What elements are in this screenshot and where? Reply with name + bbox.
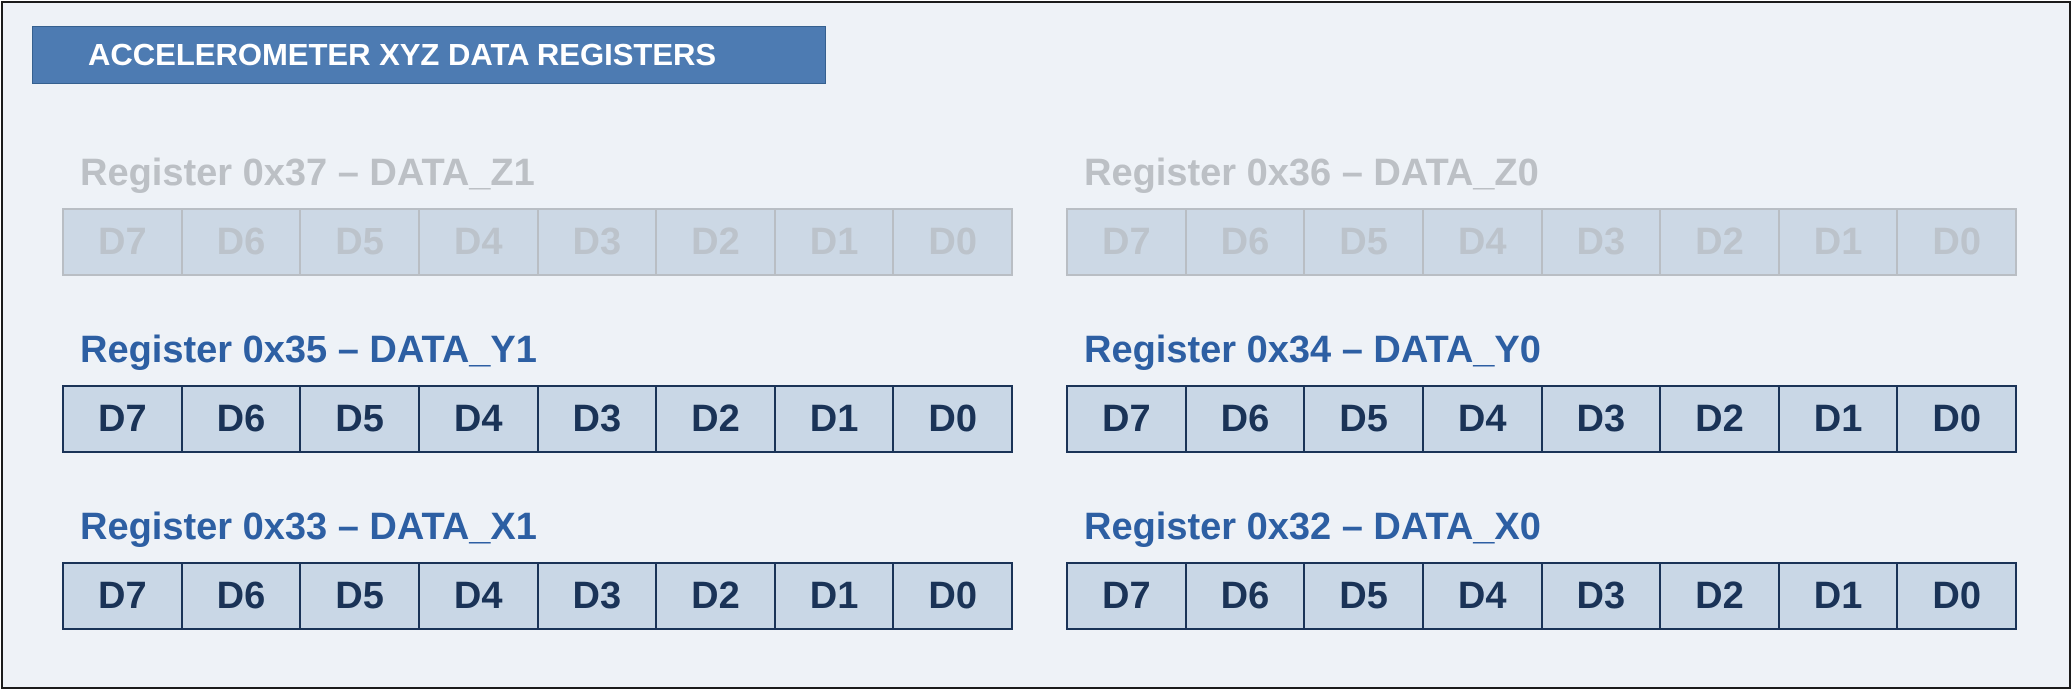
bit-cell-d4: D4 — [1421, 210, 1541, 274]
bit-cell-d2: D2 — [1659, 210, 1778, 274]
bit-cell-d5: D5 — [1303, 564, 1422, 628]
bit-cell-d7: D7 — [1102, 574, 1151, 617]
bit-cell-d3: D3 — [1540, 564, 1660, 628]
bit-cell-d1: D1 — [773, 387, 893, 451]
bit-cell-d1: D1 — [773, 564, 893, 628]
bit-cell-d7: D7 — [98, 220, 147, 263]
bit-cell-d3: D3 — [1540, 210, 1660, 274]
bit-cell-d5: D5 — [299, 564, 418, 628]
bit-cell-d0: D0 — [892, 387, 1011, 451]
bit-cell-d0: D0 — [892, 210, 1011, 274]
bit-cell-d7: D7 — [1102, 220, 1151, 263]
bit-cell-d2: D2 — [1659, 387, 1778, 451]
register-data-y0: Register 0x34 – DATA_Y0 D7 D6 D5 D4 D3 D… — [1066, 328, 2017, 453]
register-bit-row: D7 D6 D5 D4 D3 D2 D1 D0 — [62, 208, 1013, 276]
bit-cell-d0: D0 — [1896, 564, 2015, 628]
bit-cell-d6: D6 — [1184, 387, 1304, 451]
bit-cell-d3: D3 — [536, 564, 656, 628]
bit-cell-d3: D3 — [536, 387, 656, 451]
bit-cell-d6: D6 — [1184, 564, 1304, 628]
bit-cell-d4: D4 — [417, 387, 537, 451]
bit-cell-d1: D1 — [1777, 564, 1897, 628]
bit-cell-d6: D6 — [180, 387, 300, 451]
bit-cell-d2: D2 — [655, 387, 774, 451]
bit-cell-d0: D0 — [892, 564, 1011, 628]
bit-cell-d5: D5 — [1303, 210, 1422, 274]
bit-cell-d4: D4 — [1421, 564, 1541, 628]
bit-cell-d1: D1 — [773, 210, 893, 274]
register-bit-row: D7 D6 D5 D4 D3 D2 D1 D0 — [62, 562, 1013, 630]
diagram-title: ACCELEROMETER XYZ DATA REGISTERS — [32, 26, 826, 84]
register-label: Register 0x37 – DATA_Z1 — [80, 152, 535, 194]
bit-cell-d4: D4 — [417, 210, 537, 274]
register-label: Register 0x36 – DATA_Z0 — [1084, 152, 1539, 194]
register-data-y1: Register 0x35 – DATA_Y1 D7 D6 D5 D4 D3 D… — [62, 328, 1013, 453]
bit-cell-d5: D5 — [1303, 387, 1422, 451]
bit-cell-d7: D7 — [1102, 397, 1151, 440]
bit-cell-d7: D7 — [98, 574, 147, 617]
bit-cell-d3: D3 — [536, 210, 656, 274]
register-bit-row: D7 D6 D5 D4 D3 D2 D1 D0 — [1066, 562, 2017, 630]
register-bit-row: D7 D6 D5 D4 D3 D2 D1 D0 — [1066, 385, 2017, 453]
bit-cell-d0: D0 — [1896, 210, 2015, 274]
bit-cell-d6: D6 — [180, 564, 300, 628]
bit-cell-d2: D2 — [1659, 564, 1778, 628]
bit-cell-d4: D4 — [1421, 387, 1541, 451]
register-data-z0: Register 0x36 – DATA_Z0 D7 D6 D5 D4 D3 D… — [1066, 151, 2017, 276]
bit-cell-d2: D2 — [655, 210, 774, 274]
bit-cell-d5: D5 — [299, 387, 418, 451]
register-data-z1: Register 0x37 – DATA_Z1 D7 D6 D5 D4 D3 D… — [62, 151, 1013, 276]
register-bit-row: D7 D6 D5 D4 D3 D2 D1 D0 — [62, 385, 1013, 453]
register-label: Register 0x34 – DATA_Y0 — [1084, 329, 1541, 371]
register-diagram-panel: ACCELEROMETER XYZ DATA REGISTERS Registe… — [1, 1, 2071, 689]
bit-cell-d6: D6 — [1184, 210, 1304, 274]
bit-cell-d6: D6 — [180, 210, 300, 274]
bit-cell-d7: D7 — [98, 397, 147, 440]
register-label: Register 0x33 – DATA_X1 — [80, 506, 537, 548]
register-label: Register 0x35 – DATA_Y1 — [80, 329, 537, 371]
bit-cell-d0: D0 — [1896, 387, 2015, 451]
register-data-x1: Register 0x33 – DATA_X1 D7 D6 D5 D4 D3 D… — [62, 505, 1013, 630]
register-bit-row: D7 D6 D5 D4 D3 D2 D1 D0 — [1066, 208, 2017, 276]
bit-cell-d1: D1 — [1777, 387, 1897, 451]
register-label: Register 0x32 – DATA_X0 — [1084, 506, 1541, 548]
bit-cell-d3: D3 — [1540, 387, 1660, 451]
bit-cell-d2: D2 — [655, 564, 774, 628]
bit-cell-d4: D4 — [417, 564, 537, 628]
register-data-x0: Register 0x32 – DATA_X0 D7 D6 D5 D4 D3 D… — [1066, 505, 2017, 630]
bit-cell-d1: D1 — [1777, 210, 1897, 274]
bit-cell-d5: D5 — [299, 210, 418, 274]
